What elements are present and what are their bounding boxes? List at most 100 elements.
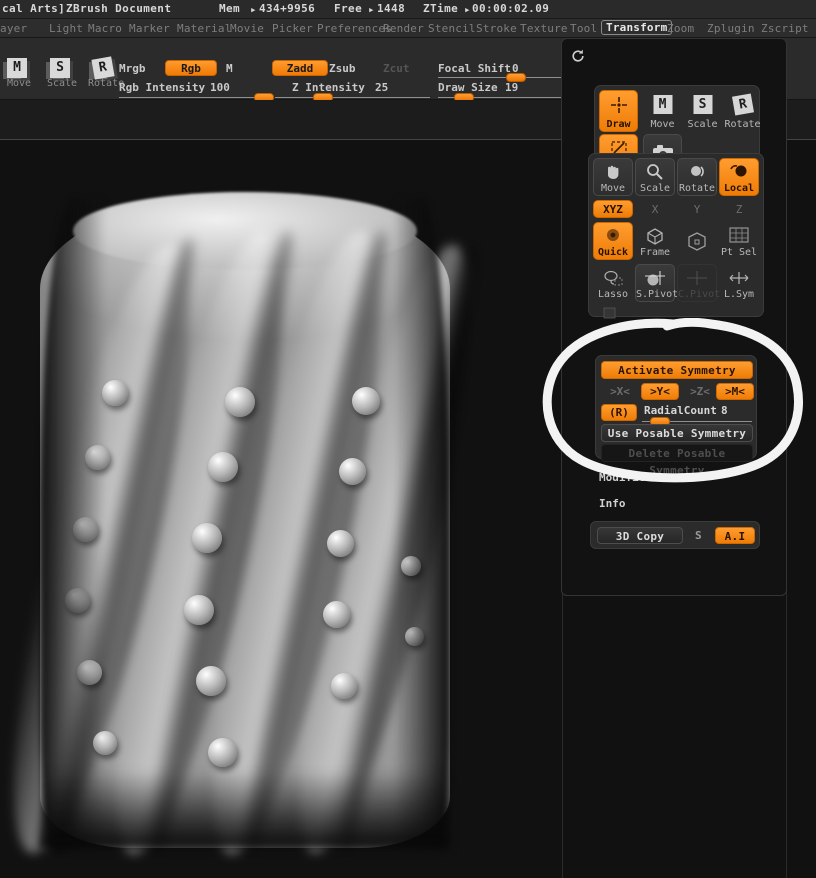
axis-z-button[interactable]: Z <box>719 200 759 218</box>
menu-item-stencil[interactable]: Stencil <box>428 22 476 35</box>
axis-x-label: X <box>651 203 659 216</box>
c-pivot-button: C.Pivot <box>677 264 721 302</box>
document-path-label: cal Arts] <box>2 2 66 15</box>
use-posable-symmetry-button[interactable]: Use Posable Symmetry <box>601 424 753 442</box>
menu-item-render[interactable]: Render <box>383 22 424 35</box>
symmetry-group: Activate Symmetry >X< >Y< >Z< >M< (R) Ra… <box>595 355 757 477</box>
free-arrow-icon: ▸ <box>368 3 376 16</box>
rotate-icon: R <box>91 56 115 80</box>
lasso-icon <box>604 270 623 286</box>
m-label[interactable]: M <box>226 62 233 75</box>
quick-icon <box>607 229 619 241</box>
magnifier-icon <box>647 164 663 180</box>
mem-arrow-icon: ▸ <box>250 3 258 16</box>
ai-button[interactable]: A.I <box>715 527 755 544</box>
axis-x-button[interactable]: X <box>635 200 675 218</box>
c-pivot-icon <box>687 271 707 285</box>
menu-item-picker[interactable]: Picker <box>272 22 313 35</box>
symmetry-z-button[interactable]: >Z< <box>681 383 719 400</box>
zsub-label[interactable]: Zsub <box>329 62 356 75</box>
pt-sel-button[interactable]: Pt Sel <box>719 222 759 260</box>
menu-item-zplugin[interactable]: Zplugin <box>707 22 755 35</box>
menu-item-movie[interactable]: Movie <box>230 22 264 35</box>
rgb-button[interactable]: Rgb <box>165 60 217 76</box>
model-bump <box>195 666 226 696</box>
nav-local-label: Local <box>723 183 755 194</box>
ztime-label: ZTime <box>423 2 459 15</box>
radial-symmetry-toggle[interactable]: (R) <box>601 404 637 421</box>
hand-icon <box>608 165 619 179</box>
move-icon: M <box>653 95 672 114</box>
menu-item-light[interactable]: Light <box>49 22 83 35</box>
extra-button[interactable] <box>593 304 627 322</box>
move-button[interactable]: M Move <box>643 90 682 132</box>
point-select-icon <box>729 227 749 243</box>
model-right-shading <box>392 198 450 848</box>
shelf-mode-rotate-label: Rotate <box>88 78 125 89</box>
menu-item-material[interactable]: Material <box>177 22 232 35</box>
s-label: S <box>695 529 702 542</box>
activate-symmetry-button[interactable]: Activate Symmetry <box>601 361 753 379</box>
scale-button[interactable]: S Scale <box>683 90 722 132</box>
model-bottom-shading <box>40 770 450 848</box>
slider-track <box>275 97 430 98</box>
shelf-mode-scale[interactable]: S Scale <box>45 58 79 94</box>
symmetry-x-button[interactable]: >X< <box>601 383 639 400</box>
quick-label: Quick <box>597 247 629 258</box>
free-label: Free <box>334 2 363 15</box>
axis-xyz-label: XYZ <box>603 203 623 216</box>
l-sym-button[interactable]: L.Sym <box>719 264 759 302</box>
c-pivot-label: C.Pivot <box>678 289 721 300</box>
mrgb-label[interactable]: Mrgb <box>119 62 146 75</box>
3d-copy-button[interactable]: 3D Copy <box>597 527 683 544</box>
sculpted-cylinder-model[interactable] <box>0 191 503 865</box>
s-pivot-button[interactable]: S.Pivot <box>635 264 679 302</box>
draw-button[interactable]: Draw <box>599 90 638 132</box>
cube-button[interactable] <box>677 222 717 260</box>
modifiers-section-label[interactable]: Modifiers <box>599 471 659 484</box>
rotate-button[interactable]: R Rotate <box>723 90 762 132</box>
menu-item-zscript[interactable]: Zscript <box>761 22 809 35</box>
s-pivot-icon <box>645 271 665 286</box>
draw-icon <box>610 97 627 113</box>
title-bar: cal Arts] ZBrush Document Mem ▸ 434+9956… <box>0 0 816 19</box>
nav-rotate-button[interactable]: Rotate <box>677 158 717 196</box>
lasso-button[interactable]: Lasso <box>593 264 633 302</box>
menu-item-preferences[interactable]: Preferences <box>317 22 392 35</box>
zcut-label: Zcut <box>383 62 410 75</box>
symmetry-m-button[interactable]: >M< <box>716 383 754 400</box>
s-pivot-label: S.Pivot <box>636 289 679 300</box>
menu-item-zoom[interactable]: Zoom <box>667 22 694 35</box>
scale-button-label: Scale <box>687 119 718 130</box>
mem-value: 434+9956 <box>259 2 316 15</box>
nav-local-button[interactable]: Local <box>719 158 759 196</box>
menu-item-marker[interactable]: Marker <box>129 22 170 35</box>
menu-item-stroke[interactable]: Stroke <box>476 22 517 35</box>
nav-scale-button[interactable]: Scale <box>635 158 675 196</box>
shelf-mode-move-label: Move <box>6 78 32 89</box>
axis-xyz-button[interactable]: XYZ <box>593 200 633 218</box>
frame-button[interactable]: Frame <box>635 222 675 260</box>
rotate-sphere-icon <box>691 166 704 177</box>
model-bump <box>322 601 350 628</box>
l-sym-label: L.Sym <box>723 289 755 300</box>
zadd-button[interactable]: Zadd <box>272 60 328 76</box>
quick-button[interactable]: Quick <box>593 222 633 260</box>
symmetry-y-button[interactable]: >Y< <box>641 383 679 400</box>
move-icon: M <box>7 58 27 78</box>
info-section-label[interactable]: Info <box>599 497 626 510</box>
nav-move-button[interactable]: Move <box>593 158 633 196</box>
ztime-arrow-icon: ▸ <box>464 3 472 16</box>
menu-item-ayer[interactable]: ayer <box>0 22 27 35</box>
axis-y-button[interactable]: Y <box>677 200 717 218</box>
menu-item-tool[interactable]: Tool <box>570 22 597 35</box>
menu-item-transform[interactable]: Transform <box>601 20 673 35</box>
menu-item-texture[interactable]: Texture <box>520 22 568 35</box>
scale-icon: S <box>693 95 712 114</box>
shelf-mode-move[interactable]: M Move <box>2 58 36 94</box>
local-symmetry-icon <box>729 272 749 284</box>
reset-icon[interactable] <box>570 48 586 64</box>
navigation-group: Move Scale Rotate Local XYZ X Y Z Quick … <box>588 153 764 319</box>
shelf-mode-rotate[interactable]: R Rotate <box>88 56 125 94</box>
menu-item-macro[interactable]: Macro <box>88 22 122 35</box>
